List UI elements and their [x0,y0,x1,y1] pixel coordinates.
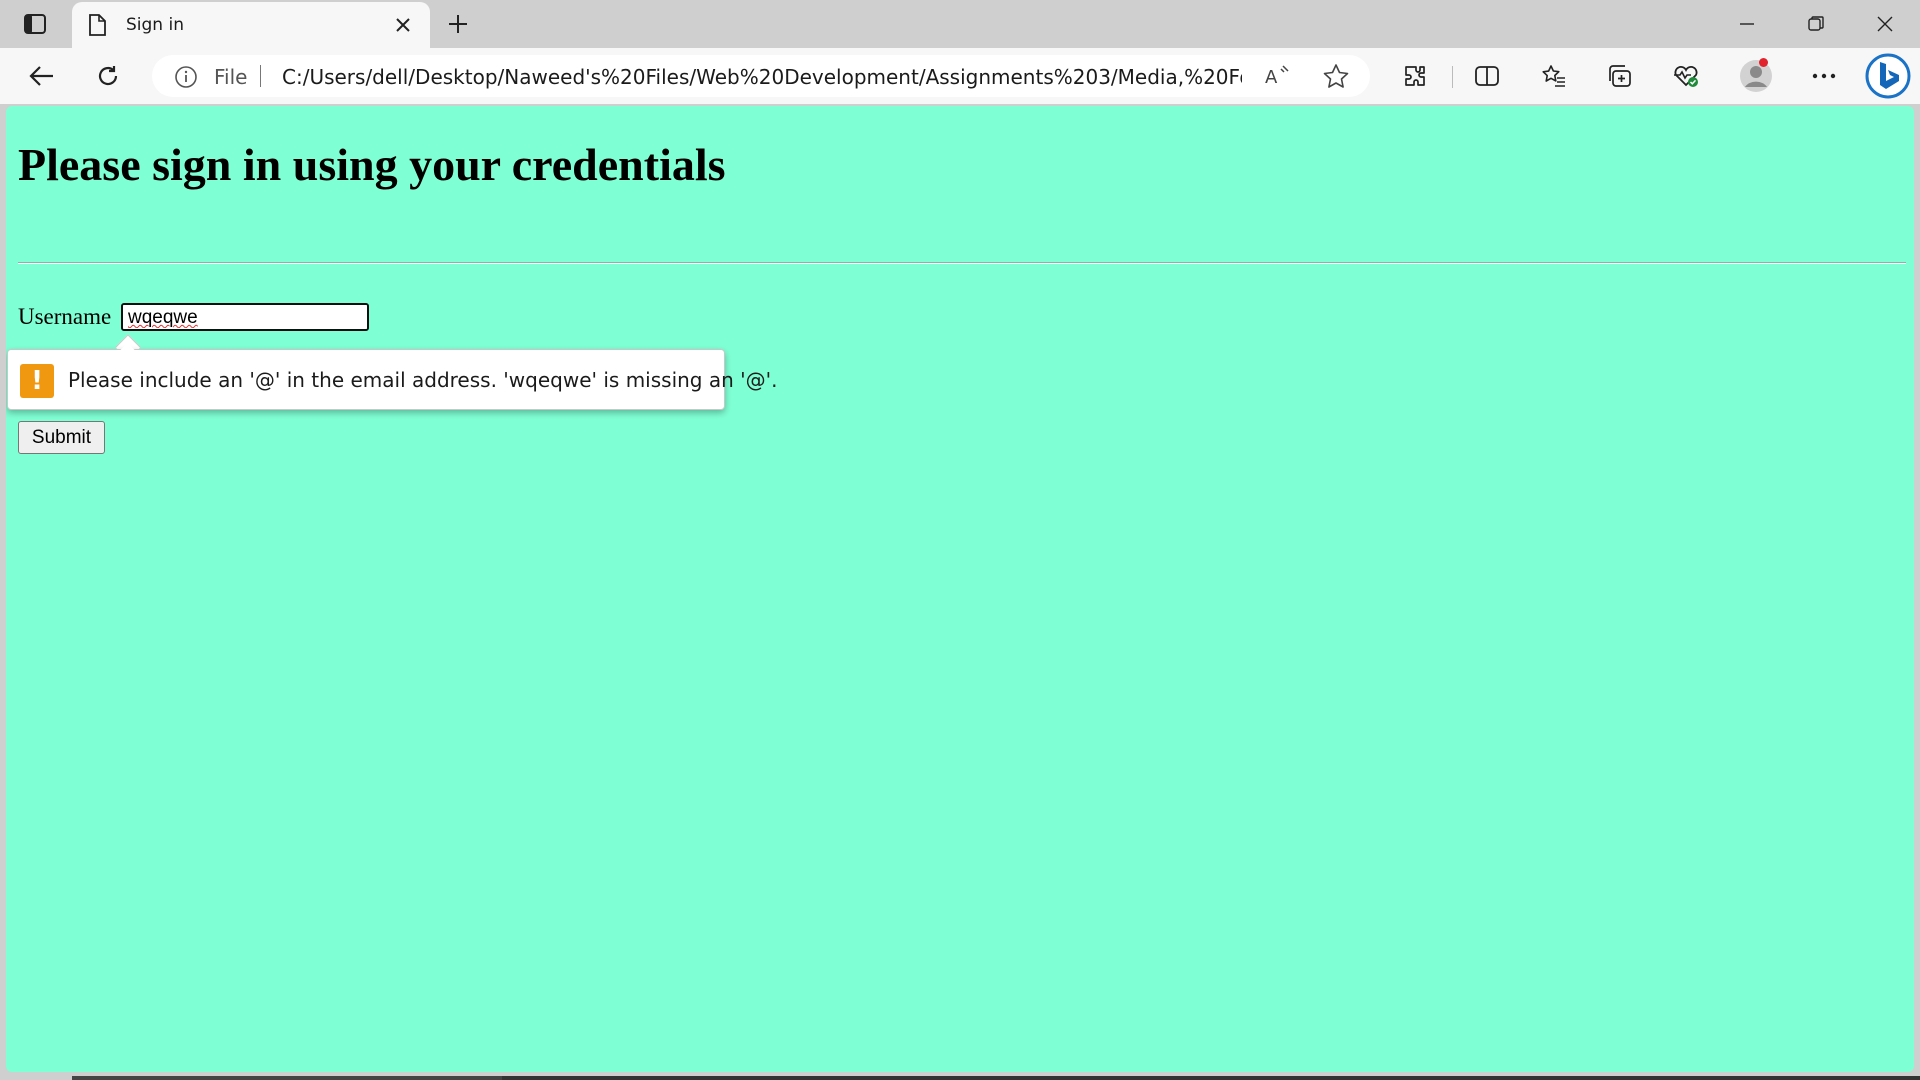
back-arrow-icon[interactable] [24,60,60,92]
svg-text:A: A [1265,67,1278,88]
address-bar[interactable]: File C:/Users/dell/Desktop/Naweed's%20Fi… [152,55,1370,97]
tab-actions-icon[interactable] [18,10,52,38]
favorites-list-icon[interactable] [1536,60,1572,92]
username-input[interactable]: wqeqwe [121,303,369,331]
address-divider [260,65,261,87]
minimize-icon[interactable] [1724,10,1770,38]
tab-sign-in[interactable]: Sign in [72,2,430,49]
browser-toolbar: File C:/Users/dell/Desktop/Naweed's%20Fi… [0,48,1920,104]
tab-title: Sign in [126,15,184,35]
info-icon[interactable] [174,65,198,93]
taskbar-segment [72,1076,502,1080]
page-title: Please sign in using your credentials [18,139,726,190]
warning-icon: ! [20,364,54,398]
taskbar-segment [502,1076,1920,1080]
plus-icon[interactable] [442,10,474,38]
page-icon [88,14,106,40]
close-window-icon[interactable] [1862,10,1908,38]
restore-icon[interactable] [1793,10,1839,38]
validation-message: Please include an '@' in the email addre… [68,368,778,392]
username-value: wqeqwe [128,307,198,328]
url-text[interactable]: C:/Users/dell/Desktop/Naweed's%20Files/W… [282,65,1242,89]
split-screen-icon[interactable] [1469,60,1505,92]
scheme-label: File [214,65,248,89]
window-bottom-edge [0,1076,1920,1080]
star-icon[interactable] [1322,63,1350,93]
validation-tooltip: ! Please include an '@' in the email add… [7,349,778,410]
profile-avatar-icon[interactable] [1737,57,1775,95]
collections-icon[interactable] [1602,60,1638,92]
tab-strip: Sign in [0,0,1920,49]
read-aloud-icon[interactable]: A [1264,63,1292,93]
page-viewport: Please sign in using your credentials Us… [6,106,1914,1072]
close-icon[interactable] [394,16,412,38]
username-label: Username [18,304,112,329]
refresh-icon[interactable] [90,60,126,92]
puzzle-icon[interactable] [1397,60,1433,92]
bing-copilot-icon[interactable] [1864,52,1912,100]
more-dots-icon[interactable] [1806,60,1842,92]
toolbar-divider [1452,66,1453,88]
submit-button[interactable]: Submit [18,421,105,454]
horizontal-rule [18,262,1906,264]
profile-notification-dot [1759,58,1768,67]
heart-pulse-icon[interactable] [1668,60,1704,92]
